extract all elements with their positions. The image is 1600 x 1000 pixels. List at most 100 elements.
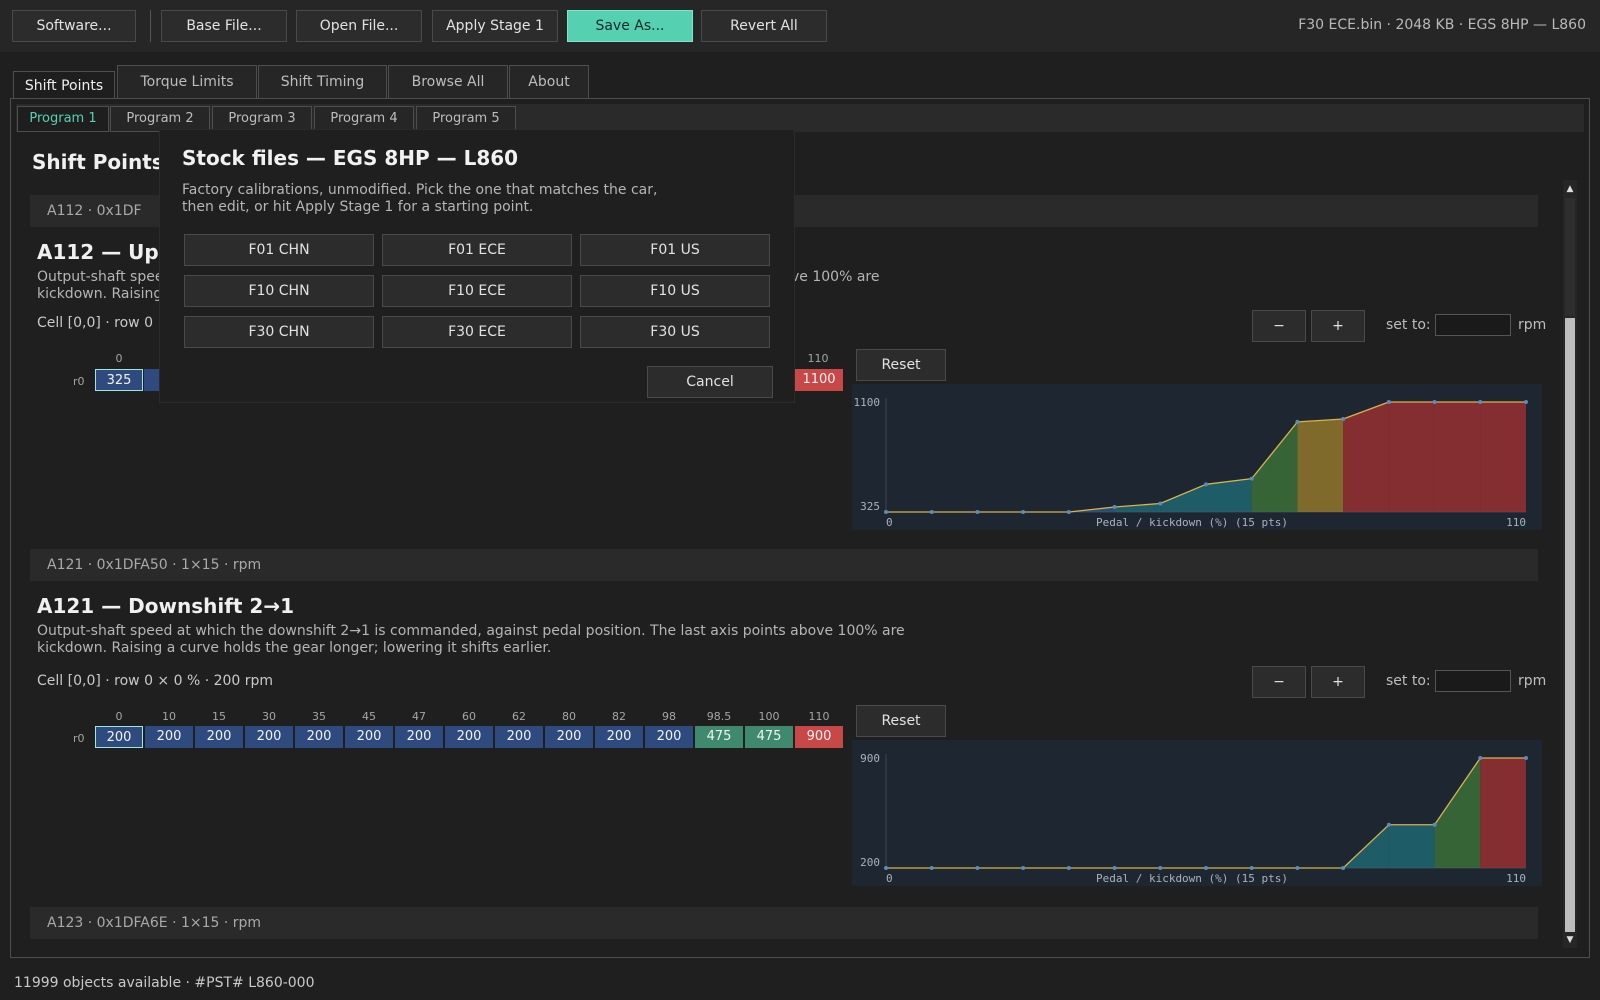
subtab-program-2[interactable]: Program 2 (110, 106, 210, 132)
axis-label: 47 (412, 710, 426, 723)
table-cell[interactable]: 200 (645, 726, 693, 748)
tab-torque-limits[interactable]: Torque Limits (117, 65, 257, 98)
table-cell[interactable]: 200 (395, 726, 443, 748)
save-as-button[interactable]: Save As... (567, 10, 693, 42)
toolbar: Software... Base File... Open File... Ap… (0, 0, 1600, 52)
chart-point (1478, 400, 1483, 404)
table-cell[interactable]: 200 (295, 726, 343, 748)
subtab-program-1[interactable]: Program 1 (17, 106, 109, 132)
chart-point (884, 866, 888, 870)
table-cell[interactable]: 900 (795, 726, 843, 748)
stock-file-button[interactable]: F01 CHN (184, 234, 374, 266)
table-cell[interactable]: 200 (195, 726, 243, 748)
table-cell[interactable]: 200 (145, 726, 193, 748)
chart-area-segment (1388, 402, 1435, 512)
chart-point (1021, 510, 1026, 514)
table-cell[interactable]: 475 (745, 726, 793, 748)
subtab-program-5[interactable]: Program 5 (416, 106, 516, 132)
chart-y-min-label: 325 (860, 500, 880, 513)
subtab-program-3[interactable]: Program 3 (212, 106, 312, 132)
stock-file-button[interactable]: F10 CHN (184, 275, 374, 307)
map-a121-cell-info: Cell [0,0] · row 0 × 0 % · 200 rpm (37, 673, 274, 689)
chart-point (1066, 510, 1071, 514)
subtab-program-4[interactable]: Program 4 (314, 106, 414, 132)
stock-file-button[interactable]: F01 ECE (382, 234, 572, 266)
chart-point (1158, 501, 1163, 506)
apply-stage1-button[interactable]: Apply Stage 1 (432, 10, 558, 42)
table-cell[interactable]: 200 (345, 726, 393, 748)
chart-point (1112, 866, 1117, 870)
scroll-thumb[interactable] (1565, 318, 1575, 932)
cancel-button[interactable]: Cancel (647, 366, 773, 398)
stock-file-button[interactable]: F10 ECE (382, 275, 572, 307)
chart-point (1249, 866, 1254, 870)
set-value-input[interactable] (1435, 314, 1511, 336)
axis-label: 35 (312, 710, 326, 723)
axis-label: 62 (512, 710, 526, 723)
status-bar: 11999 objects available · #PST# L860-000 (0, 966, 1600, 1000)
tab-shift-timing[interactable]: Shift Timing (258, 65, 387, 98)
map-a112-cell-info: Cell [0,0] · row 0 (37, 315, 153, 331)
axis-label: 98.5 (706, 710, 732, 723)
chart-point (1524, 400, 1528, 404)
chart-point (884, 510, 888, 514)
stock-file-button[interactable]: F01 US (580, 234, 770, 266)
table-cell[interactable]: 200 (445, 726, 493, 748)
stock-file-button[interactable]: F30 ECE (382, 316, 572, 348)
chart-point (929, 510, 934, 514)
decrement-button[interactable]: − (1252, 310, 1306, 342)
table-cell[interactable]: 200 (245, 726, 293, 748)
chart-point (1295, 866, 1300, 870)
open-file-button[interactable]: Open File... (296, 10, 422, 42)
chart-area-segment (1388, 824, 1435, 868)
chart-point (1386, 822, 1391, 827)
chart-area-segment (1434, 758, 1481, 868)
chart-point (1341, 417, 1346, 422)
scroll-up-icon[interactable]: ▲ (1563, 182, 1577, 196)
scroll-down-icon[interactable]: ▼ (1563, 933, 1577, 947)
axis-label: 45 (362, 710, 376, 723)
table-cell[interactable]: 200 (545, 726, 593, 748)
axis-label: 10 (162, 710, 176, 723)
axis-label: 110 (808, 710, 830, 723)
map-a112-title: A112 — Ups (37, 240, 171, 264)
map-a112-chart: 1100 325 0 110 Pedal / kickdown (%) (15 pts) (852, 384, 1542, 530)
chart-area-segment (1480, 402, 1526, 512)
tab-browse-all[interactable]: Browse All (388, 65, 508, 98)
section-title: Shift Points (32, 150, 164, 174)
stock-file-button[interactable]: F30 US (580, 316, 770, 348)
software-button[interactable]: Software... (12, 10, 136, 42)
dialog-title: Stock files — EGS 8HP — L860 (182, 146, 519, 170)
axis-label: 0 (115, 352, 123, 365)
chart-area-segment (1480, 758, 1526, 868)
chart-point (1021, 866, 1026, 870)
revert-all-button[interactable]: Revert All (701, 10, 827, 42)
table-cell[interactable]: 200 (495, 726, 543, 748)
increment-button[interactable]: + (1311, 310, 1365, 342)
curve-chart: 900 200 0 110 Pedal / kickdown (%) (15 pts) (860, 752, 1528, 885)
desc-line: kickdown. Raising a curve holds the gear… (37, 640, 552, 656)
tab-shift-points[interactable]: Shift Points (13, 71, 115, 99)
tab-about[interactable]: About (509, 65, 589, 98)
chart-point (1432, 400, 1437, 404)
chart-area-segment (1434, 402, 1481, 512)
table-cell[interactable]: 200 (95, 726, 143, 748)
stock-file-button[interactable]: F30 CHN (184, 316, 374, 348)
increment-button[interactable]: + (1311, 666, 1365, 698)
base-file-button[interactable]: Base File... (161, 10, 287, 42)
decrement-button[interactable]: − (1252, 666, 1306, 698)
chart-point (1478, 756, 1483, 760)
table-cell[interactable]: 1100 (795, 369, 843, 391)
reset-button[interactable]: Reset (856, 349, 946, 381)
chart-area-segment (1343, 402, 1389, 512)
axis-label: 82 (612, 710, 626, 723)
desc-line: then edit, or hit Apply Stage 1 for a st… (182, 199, 534, 215)
table-cell[interactable]: 325 (95, 369, 143, 391)
axis-label: 15 (212, 710, 226, 723)
reset-button[interactable]: Reset (856, 705, 946, 737)
table-cell[interactable]: 200 (595, 726, 643, 748)
chart-x-title: Pedal / kickdown (%) (15 pts) (1096, 516, 1288, 529)
set-value-input[interactable] (1435, 670, 1511, 692)
table-cell[interactable]: 475 (695, 726, 743, 748)
stock-file-button[interactable]: F10 US (580, 275, 770, 307)
